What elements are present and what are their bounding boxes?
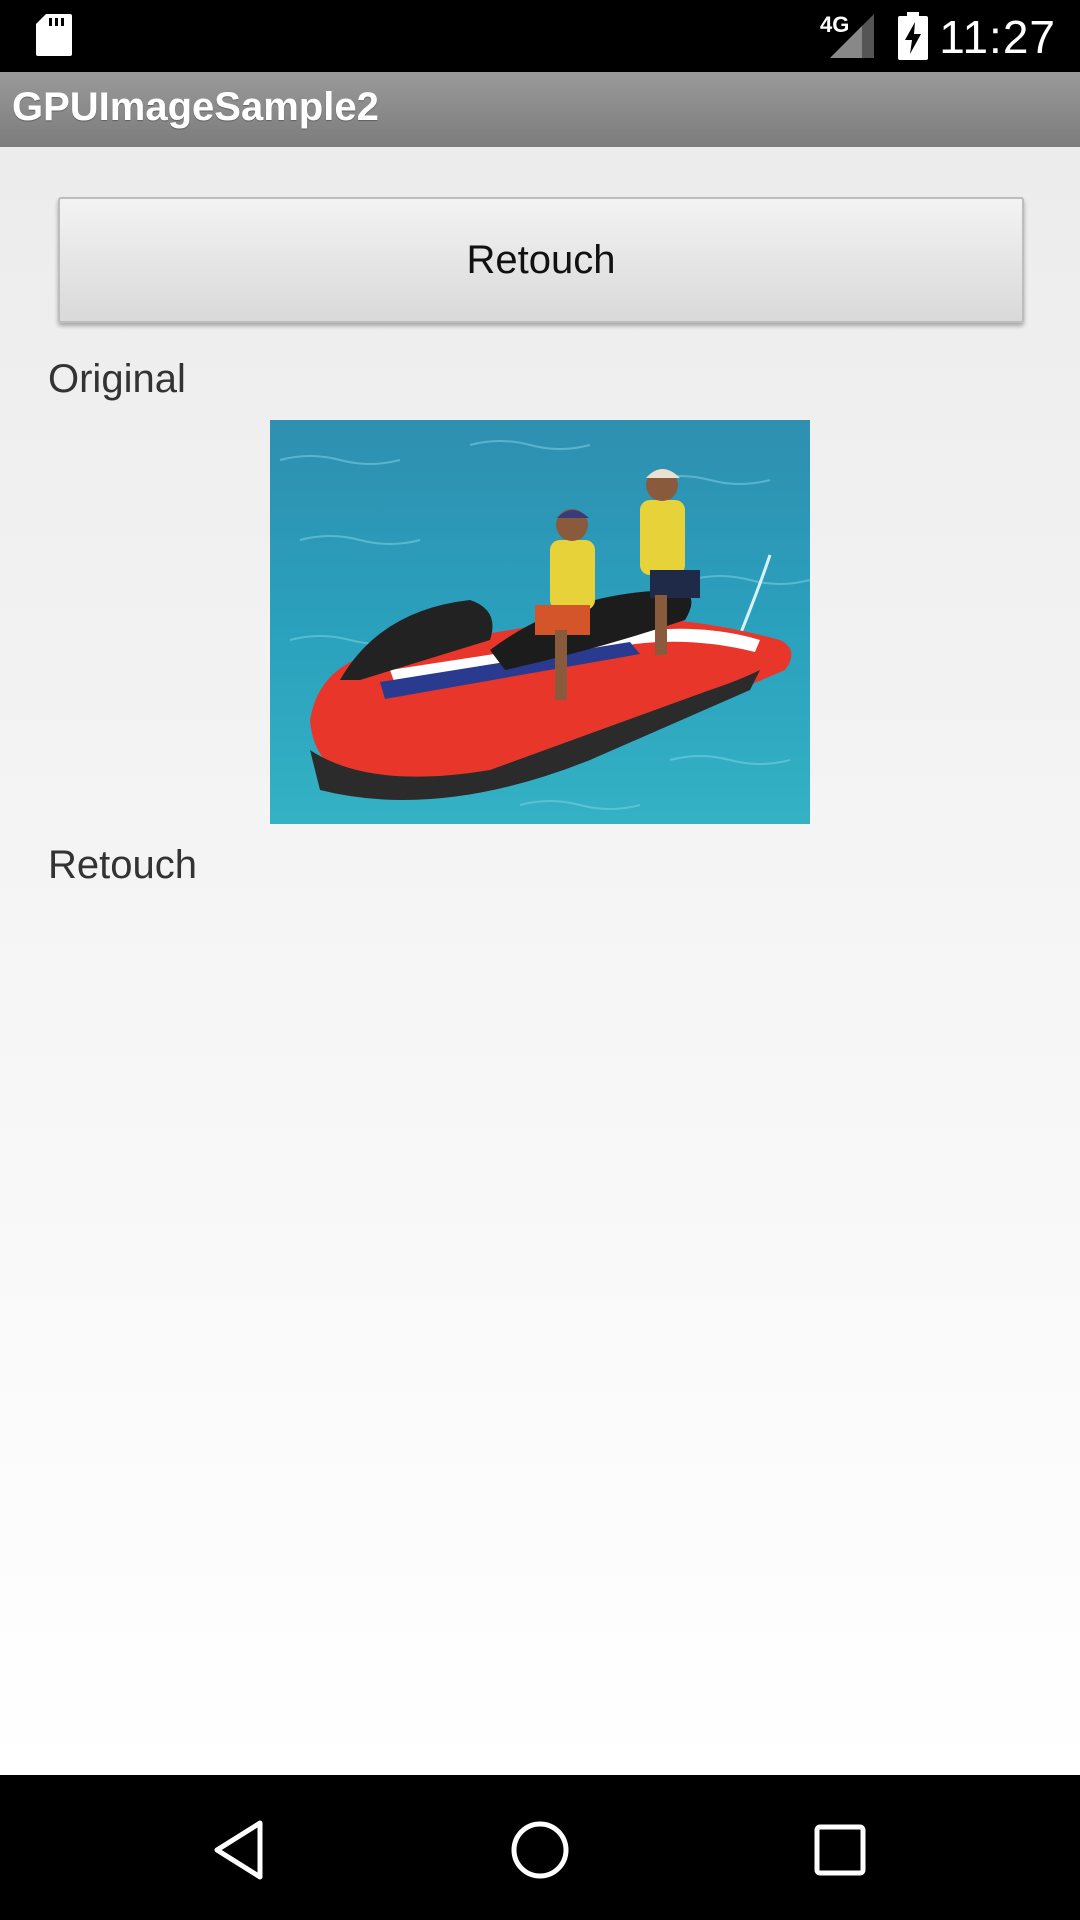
- battery-charging-icon: [898, 12, 928, 60]
- retouch-button[interactable]: Retouch: [58, 197, 1024, 323]
- main-content: Retouch Original Retouch: [0, 147, 1080, 1775]
- recents-icon[interactable]: [805, 1815, 875, 1885]
- navigation-bar: [0, 1775, 1080, 1920]
- app-bar: GPUImageSample2: [0, 72, 1080, 147]
- retouch-label: Retouch: [48, 843, 197, 887]
- status-bar: 4G 11:27: [0, 0, 1080, 72]
- signal-icon: [830, 14, 874, 58]
- original-image: [270, 420, 810, 824]
- app-title: GPUImageSample2: [12, 85, 379, 129]
- home-icon[interactable]: [505, 1815, 575, 1885]
- jet-ski-photo: [270, 420, 810, 824]
- back-icon[interactable]: [205, 1815, 275, 1885]
- sd-card-icon: [36, 14, 72, 56]
- original-label: Original: [48, 357, 186, 401]
- clock: 11:27: [939, 11, 1056, 63]
